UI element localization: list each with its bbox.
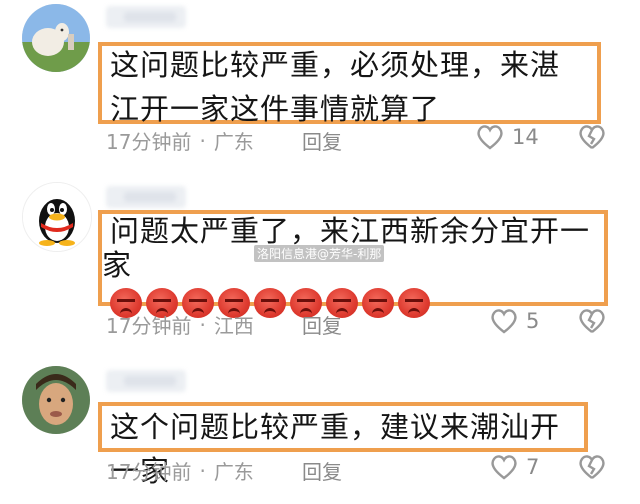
comment-time: 17分钟前 (106, 314, 192, 338)
broken-heart-icon[interactable] (578, 124, 606, 150)
meta-separator: · (199, 128, 206, 153)
angry-emoji (254, 288, 286, 318)
comment-text: 这问题比较严重，必须处理，来湛江开一家这件事情就算了 (110, 48, 561, 126)
heart-icon (476, 124, 504, 150)
comment-location: 广东 (213, 460, 254, 484)
like-count: 14 (512, 125, 539, 149)
comment-content-box: 这个问题比较严重，建议来潮汕开一家 (98, 402, 588, 488)
username-blurred[interactable] (106, 186, 186, 208)
angry-emoji (362, 288, 394, 318)
reply-button[interactable]: 回复 (302, 310, 342, 339)
comment-location: 广东 (213, 130, 254, 154)
meta-separator: · (199, 312, 206, 337)
avatar-penguin[interactable] (22, 182, 92, 252)
username-blurred[interactable] (106, 370, 186, 392)
reply-button[interactable]: 回复 (302, 456, 342, 485)
angry-emoji (398, 288, 430, 318)
avatar-alpaca[interactable] (22, 4, 90, 72)
comment-meta: 17分钟前 · 广东 (106, 126, 254, 155)
comment-content-box: 这问题比较严重，必须处理，来湛江开一家这件事情就算了 (98, 42, 601, 126)
like-button[interactable]: 7 (490, 454, 539, 480)
like-count: 5 (526, 309, 540, 333)
heart-icon (490, 308, 518, 334)
avatar-actor[interactable] (22, 366, 90, 434)
comment-meta: 17分钟前 · 江西 (106, 310, 254, 339)
like-button[interactable]: 5 (490, 308, 539, 334)
watermark: 洛阳信息港@芳华-利那 (254, 245, 385, 262)
broken-heart-icon[interactable] (578, 454, 606, 480)
comment-meta: 17分钟前 · 广东 (106, 456, 254, 485)
reply-button[interactable]: 回复 (302, 126, 342, 155)
broken-heart-icon[interactable] (578, 308, 606, 334)
comment-location: 江西 (213, 314, 254, 338)
like-count: 7 (526, 455, 540, 479)
username-blurred[interactable] (106, 6, 186, 28)
comment-time: 17分钟前 (106, 130, 192, 154)
like-button[interactable]: 14 (476, 124, 539, 150)
meta-separator: · (199, 458, 206, 483)
heart-icon (490, 454, 518, 480)
comment-time: 17分钟前 (106, 460, 192, 484)
